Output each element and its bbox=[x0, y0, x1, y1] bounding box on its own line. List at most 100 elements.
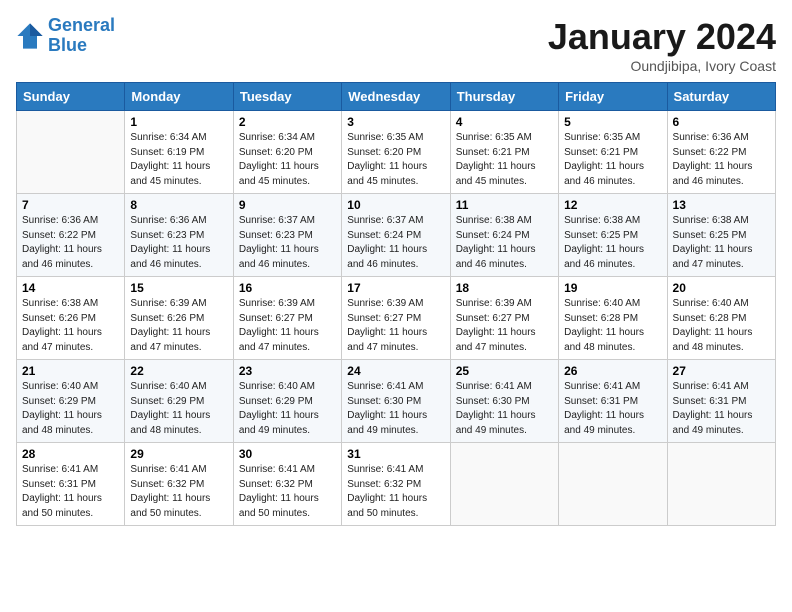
day-info: Sunrise: 6:41 AM Sunset: 6:30 PM Dayligh… bbox=[456, 380, 553, 438]
calendar-cell: 17 Sunrise: 6:39 AM Sunset: 6:27 PM Dayli… bbox=[342, 277, 450, 360]
day-number: 31 bbox=[347, 447, 444, 461]
day-number: 18 bbox=[456, 281, 553, 295]
day-number: 24 bbox=[347, 364, 444, 378]
day-info: Sunrise: 6:41 AM Sunset: 6:32 PM Dayligh… bbox=[130, 463, 227, 521]
calendar-cell: 1 Sunrise: 6:34 AM Sunset: 6:19 PM Daylig… bbox=[125, 111, 233, 194]
calendar-cell: 7Sunrise: 6:36 AM Sunset: 6:22 PM Daylig… bbox=[17, 194, 125, 277]
weekday-header-saturday: Saturday bbox=[667, 83, 775, 111]
weekday-header-thursday: Thursday bbox=[450, 83, 558, 111]
day-info: Sunrise: 6:39 AM Sunset: 6:27 PM Dayligh… bbox=[347, 297, 444, 355]
day-number: 9 bbox=[239, 198, 336, 212]
calendar-cell: 3 Sunrise: 6:35 AM Sunset: 6:20 PM Daylig… bbox=[342, 111, 450, 194]
day-number: 10 bbox=[347, 198, 444, 212]
day-info: Sunrise: 6:37 AM Sunset: 6:23 PM Dayligh… bbox=[239, 214, 336, 272]
calendar-cell: 4 Sunrise: 6:35 AM Sunset: 6:21 PM Daylig… bbox=[450, 111, 558, 194]
calendar-cell: 22 Sunrise: 6:40 AM Sunset: 6:29 PM Dayli… bbox=[125, 360, 233, 443]
day-number: 27 bbox=[673, 364, 770, 378]
day-number: 19 bbox=[564, 281, 661, 295]
page-header: General Blue January 2024 Oundjibipa, Iv… bbox=[16, 16, 776, 74]
location: Oundjibipa, Ivory Coast bbox=[548, 58, 776, 74]
day-info: Sunrise: 6:35 AM Sunset: 6:20 PM Dayligh… bbox=[347, 131, 444, 189]
day-number: 1 bbox=[130, 115, 227, 129]
day-info: Sunrise: 6:36 AM Sunset: 6:22 PM Dayligh… bbox=[673, 131, 770, 189]
calendar-cell: 8 Sunrise: 6:36 AM Sunset: 6:23 PM Daylig… bbox=[125, 194, 233, 277]
calendar-cell: 11Sunrise: 6:38 AM Sunset: 6:24 PM Dayli… bbox=[450, 194, 558, 277]
day-info: Sunrise: 6:40 AM Sunset: 6:28 PM Dayligh… bbox=[564, 297, 661, 355]
day-info: Sunrise: 6:37 AM Sunset: 6:24 PM Dayligh… bbox=[347, 214, 444, 272]
calendar-week-row: 1 Sunrise: 6:34 AM Sunset: 6:19 PM Daylig… bbox=[17, 111, 776, 194]
calendar-cell: 6 Sunrise: 6:36 AM Sunset: 6:22 PM Daylig… bbox=[667, 111, 775, 194]
weekday-header-wednesday: Wednesday bbox=[342, 83, 450, 111]
weekday-header-monday: Monday bbox=[125, 83, 233, 111]
calendar-cell: 15 Sunrise: 6:39 AM Sunset: 6:26 PM Dayli… bbox=[125, 277, 233, 360]
day-number: 16 bbox=[239, 281, 336, 295]
day-info: Sunrise: 6:38 AM Sunset: 6:25 PM Dayligh… bbox=[564, 214, 661, 272]
day-info: Sunrise: 6:36 AM Sunset: 6:23 PM Dayligh… bbox=[130, 214, 227, 272]
month-title: January 2024 bbox=[548, 16, 776, 58]
calendar-cell bbox=[17, 111, 125, 194]
logo-general: General bbox=[48, 15, 115, 35]
calendar-cell: 14Sunrise: 6:38 AM Sunset: 6:26 PM Dayli… bbox=[17, 277, 125, 360]
calendar-week-row: 7Sunrise: 6:36 AM Sunset: 6:22 PM Daylig… bbox=[17, 194, 776, 277]
day-number: 3 bbox=[347, 115, 444, 129]
day-number: 21 bbox=[22, 364, 119, 378]
day-info: Sunrise: 6:41 AM Sunset: 6:31 PM Dayligh… bbox=[673, 380, 770, 438]
calendar-week-row: 14Sunrise: 6:38 AM Sunset: 6:26 PM Dayli… bbox=[17, 277, 776, 360]
day-number: 17 bbox=[347, 281, 444, 295]
calendar-cell: 31 Sunrise: 6:41 AM Sunset: 6:32 PM Dayli… bbox=[342, 443, 450, 526]
day-info: Sunrise: 6:34 AM Sunset: 6:20 PM Dayligh… bbox=[239, 131, 336, 189]
weekday-header-sunday: Sunday bbox=[17, 83, 125, 111]
day-info: Sunrise: 6:36 AM Sunset: 6:22 PM Dayligh… bbox=[22, 214, 119, 272]
day-info: Sunrise: 6:38 AM Sunset: 6:24 PM Dayligh… bbox=[456, 214, 553, 272]
calendar-cell: 10 Sunrise: 6:37 AM Sunset: 6:24 PM Dayli… bbox=[342, 194, 450, 277]
day-info: Sunrise: 6:40 AM Sunset: 6:28 PM Dayligh… bbox=[673, 297, 770, 355]
calendar-cell: 12 Sunrise: 6:38 AM Sunset: 6:25 PM Dayli… bbox=[559, 194, 667, 277]
calendar-cell: 24 Sunrise: 6:41 AM Sunset: 6:30 PM Dayli… bbox=[342, 360, 450, 443]
day-info: Sunrise: 6:38 AM Sunset: 6:26 PM Dayligh… bbox=[22, 297, 119, 355]
calendar-cell: 13Sunrise: 6:38 AM Sunset: 6:25 PM Dayli… bbox=[667, 194, 775, 277]
calendar-cell: 19 Sunrise: 6:40 AM Sunset: 6:28 PM Dayli… bbox=[559, 277, 667, 360]
calendar-cell: 18Sunrise: 6:39 AM Sunset: 6:27 PM Dayli… bbox=[450, 277, 558, 360]
logo-blue: Blue bbox=[48, 35, 87, 55]
day-info: Sunrise: 6:40 AM Sunset: 6:29 PM Dayligh… bbox=[130, 380, 227, 438]
weekday-header-friday: Friday bbox=[559, 83, 667, 111]
logo: General Blue bbox=[16, 16, 115, 56]
calendar-cell: 25Sunrise: 6:41 AM Sunset: 6:30 PM Dayli… bbox=[450, 360, 558, 443]
day-number: 5 bbox=[564, 115, 661, 129]
day-info: Sunrise: 6:41 AM Sunset: 6:31 PM Dayligh… bbox=[22, 463, 119, 521]
day-number: 8 bbox=[130, 198, 227, 212]
day-info: Sunrise: 6:35 AM Sunset: 6:21 PM Dayligh… bbox=[456, 131, 553, 189]
day-number: 12 bbox=[564, 198, 661, 212]
calendar-cell: 21Sunrise: 6:40 AM Sunset: 6:29 PM Dayli… bbox=[17, 360, 125, 443]
day-number: 15 bbox=[130, 281, 227, 295]
day-number: 30 bbox=[239, 447, 336, 461]
day-info: Sunrise: 6:39 AM Sunset: 6:26 PM Dayligh… bbox=[130, 297, 227, 355]
calendar-cell: 26Sunrise: 6:41 AM Sunset: 6:31 PM Dayli… bbox=[559, 360, 667, 443]
calendar-cell: 23Sunrise: 6:40 AM Sunset: 6:29 PM Dayli… bbox=[233, 360, 341, 443]
calendar-week-row: 21 Sunrise: 6:40 AM Sunset: 6:29 PM Dayli… bbox=[17, 360, 776, 443]
day-number: 6 bbox=[673, 115, 770, 129]
day-number: 28 bbox=[22, 447, 119, 461]
day-number: 26 bbox=[564, 364, 661, 378]
calendar-cell: 9 Sunrise: 6:37 AM Sunset: 6:23 PM Daylig… bbox=[233, 194, 341, 277]
weekday-header-row: SundayMondayTuesdayWednesdayThursdayFrid… bbox=[17, 83, 776, 111]
day-number: 4 bbox=[456, 115, 553, 129]
title-block: January 2024 Oundjibipa, Ivory Coast bbox=[548, 16, 776, 74]
calendar-cell: 30 Sunrise: 6:41 AM Sunset: 6:32 PM Dayli… bbox=[233, 443, 341, 526]
weekday-header-tuesday: Tuesday bbox=[233, 83, 341, 111]
day-info: Sunrise: 6:41 AM Sunset: 6:32 PM Dayligh… bbox=[239, 463, 336, 521]
calendar-cell: 29Sunrise: 6:41 AM Sunset: 6:32 PM Dayli… bbox=[125, 443, 233, 526]
day-number: 20 bbox=[673, 281, 770, 295]
calendar-cell: 5 Sunrise: 6:35 AM Sunset: 6:21 PM Daylig… bbox=[559, 111, 667, 194]
day-info: Sunrise: 6:41 AM Sunset: 6:32 PM Dayligh… bbox=[347, 463, 444, 521]
calendar-week-row: 28 Sunrise: 6:41 AM Sunset: 6:31 PM Dayli… bbox=[17, 443, 776, 526]
day-info: Sunrise: 6:39 AM Sunset: 6:27 PM Dayligh… bbox=[239, 297, 336, 355]
day-number: 22 bbox=[130, 364, 227, 378]
day-info: Sunrise: 6:41 AM Sunset: 6:30 PM Dayligh… bbox=[347, 380, 444, 438]
calendar-cell: 2Sunrise: 6:34 AM Sunset: 6:20 PM Daylig… bbox=[233, 111, 341, 194]
calendar-table: SundayMondayTuesdayWednesdayThursdayFrid… bbox=[16, 82, 776, 526]
day-info: Sunrise: 6:34 AM Sunset: 6:19 PM Dayligh… bbox=[130, 131, 227, 189]
day-info: Sunrise: 6:40 AM Sunset: 6:29 PM Dayligh… bbox=[239, 380, 336, 438]
day-info: Sunrise: 6:35 AM Sunset: 6:21 PM Dayligh… bbox=[564, 131, 661, 189]
calendar-cell bbox=[450, 443, 558, 526]
